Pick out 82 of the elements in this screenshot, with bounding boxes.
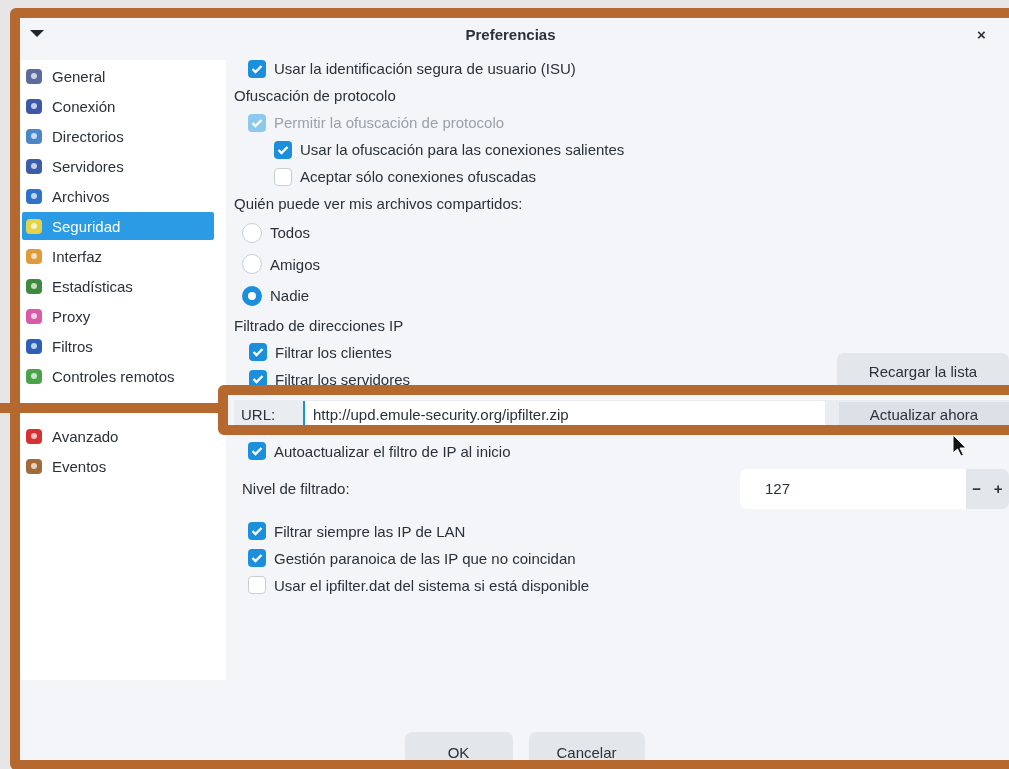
check-icon [252, 374, 264, 384]
category-label: Directorios [52, 127, 124, 145]
check-icon [277, 144, 289, 155]
checkbox-label: Gestión paranoica de las IP que no coincidan [274, 549, 576, 567]
url-label: URL: [240, 406, 277, 423]
check-icon [251, 446, 263, 456]
section-heading: Filtrado de direcciones IP [234, 315, 405, 336]
category-label: Controles remotos [52, 367, 175, 385]
category-label: General [52, 67, 106, 85]
category-item[interactable]: Controles remotos [22, 362, 214, 390]
checkbox-label: Filtrar siempre las IP de LAN [274, 522, 466, 540]
radio-label: Amigos [270, 255, 321, 273]
category-label: Avanzado [52, 427, 119, 445]
checkbox-label: Permitir la ofuscación de protocolo [274, 114, 505, 131]
filter-level-label: Nivel de filtrado: [242, 480, 350, 497]
radio-label: Todos [270, 224, 311, 242]
category-icon [24, 366, 44, 386]
close-button[interactable]: × [977, 25, 997, 43]
category-icon [24, 66, 44, 86]
menu-caret-icon[interactable] [30, 30, 44, 38]
decrement-button[interactable]: − [966, 468, 988, 509]
category-label: Archivos [52, 187, 110, 205]
category-label: Conexión [52, 97, 116, 115]
check-icon [251, 117, 263, 128]
category-item[interactable]: Interfaz [22, 242, 214, 270]
category-item[interactable]: Proxy [22, 302, 214, 330]
radio-label: Nadie [270, 287, 310, 305]
checkbox-label: Filtrar los servidores [275, 370, 411, 388]
check-icon [251, 63, 263, 74]
checkbox[interactable] [249, 343, 267, 361]
category-label: Eventos [52, 457, 107, 475]
category-label: Proxy [52, 307, 91, 325]
cursor-icon [952, 434, 968, 458]
radio-button[interactable] [242, 254, 262, 275]
category-label: Filtros [52, 337, 93, 355]
checkbox-label: Aceptar sólo conexiones ofuscadas [300, 168, 536, 185]
category-icon [24, 336, 44, 356]
update-now-button[interactable]: Actualizar ahora [839, 401, 1009, 428]
category-icon [24, 126, 44, 146]
checkbox[interactable] [248, 549, 266, 567]
category-label: Seguridad [52, 217, 121, 235]
window-title: Preferencias [464, 25, 557, 43]
category-item[interactable]: Eventos [22, 452, 214, 480]
category-icon [24, 186, 44, 206]
category-item[interactable]: Avanzado [22, 422, 214, 450]
category-icon [24, 426, 44, 446]
section-heading: Quién puede ver mis archivos compartidos: [234, 194, 524, 214]
checkbox-label: Usar el ipfilter.dat del sistema si está disponible [274, 576, 590, 594]
check-icon [251, 526, 263, 536]
checkbox[interactable] [248, 442, 266, 460]
category-item[interactable]: Directorios [22, 122, 214, 150]
category-item[interactable]: Filtros [22, 332, 214, 360]
checkbox[interactable] [248, 576, 266, 594]
checkbox-label: Filtrar los clientes [275, 343, 392, 361]
category-label: Interfaz [52, 247, 103, 265]
category-icon [24, 216, 44, 236]
checkbox[interactable] [248, 59, 266, 78]
check-icon [252, 347, 264, 357]
category-icon [24, 96, 44, 116]
filter-level-field[interactable]: 127 [740, 468, 966, 509]
category-label: Servidores [52, 157, 124, 175]
checkbox[interactable] [248, 522, 266, 540]
filter-level-spinner[interactable]: 127 − + [740, 468, 1009, 509]
increment-button[interactable]: + [987, 468, 1009, 509]
category-icon [24, 276, 44, 296]
radio-button[interactable] [242, 285, 262, 306]
category-item[interactable]: Servidores [22, 152, 214, 180]
category-icon [24, 246, 44, 266]
checkbox-label: Usar la identificación segura de usuario (ISU) [274, 60, 576, 77]
category-label: Estadísticas [52, 277, 133, 295]
check-icon [251, 553, 263, 563]
category-item[interactable]: Estadísticas [22, 272, 214, 300]
radio-button[interactable] [242, 222, 262, 243]
category-item[interactable]: Conexión [22, 92, 214, 120]
category-item[interactable]: General [22, 62, 214, 90]
category-icon [24, 156, 44, 176]
category-icon [24, 306, 44, 326]
category-icon [24, 456, 44, 476]
section-heading: Ofuscación de protocolo [234, 86, 397, 106]
checkbox-label: Usar la ofuscación para las conexiones salientes [300, 141, 625, 158]
checkbox-label: Autoactualizar el filtro de IP al inicio [274, 442, 511, 460]
category-item[interactable]: Archivos [22, 182, 214, 210]
